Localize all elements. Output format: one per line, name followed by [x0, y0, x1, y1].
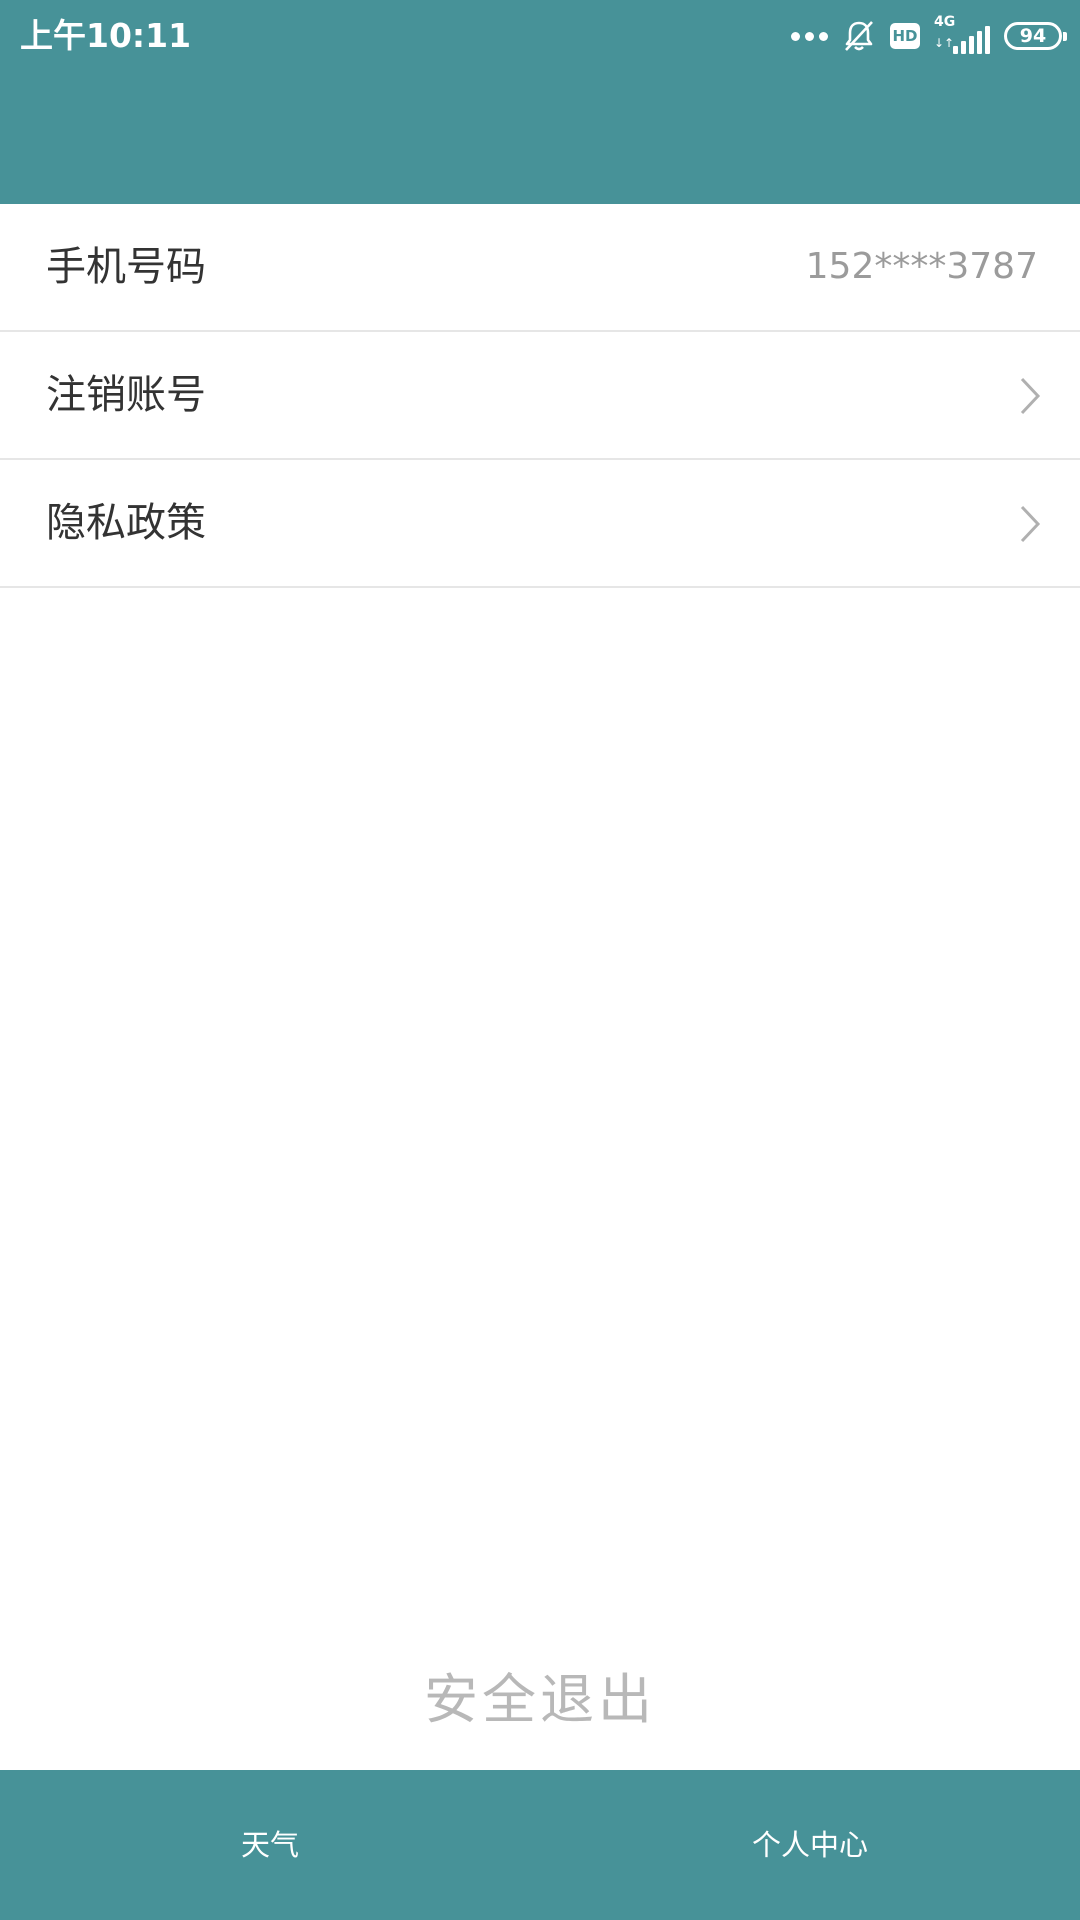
- status-time: 上午10:11: [20, 16, 192, 55]
- hd-icon: HD: [890, 23, 920, 49]
- bottom-nav: 天气 个人中心: [0, 1770, 1080, 1920]
- signal-icon: 4G ↓↑: [934, 14, 990, 56]
- more-dots-icon: [786, 14, 828, 58]
- list-item-cancel-account[interactable]: 注销账号: [0, 332, 1080, 460]
- phone-value: 152****3787: [805, 246, 1038, 287]
- signal-bars: [950, 26, 990, 54]
- privacy-policy-label: 隐私政策: [46, 500, 206, 546]
- battery-level: 94: [1019, 25, 1047, 47]
- nav-item-weather[interactable]: 天气: [0, 1770, 540, 1920]
- logout-button[interactable]: 安全退出: [0, 1660, 1080, 1740]
- status-icons: HD 4G ↓↑ 94: [772, 14, 1067, 58]
- nav-item-profile[interactable]: 个人中心: [540, 1770, 1080, 1920]
- chevron-right-icon: [1020, 377, 1041, 415]
- bell-off-icon: [845, 21, 873, 51]
- chevron-right-icon: [1020, 505, 1041, 543]
- status-bar: 上午10:11 HD 4G ↓↑ 94: [0, 0, 1080, 72]
- battery-icon: 94: [1004, 22, 1067, 50]
- cancel-account-label: 注销账号: [46, 372, 206, 418]
- settings-list: 手机号码 152****3787 注销账号 隐私政策: [0, 204, 1080, 588]
- list-item-privacy-policy[interactable]: 隐私政策: [0, 460, 1080, 588]
- app-header: 上午10:11 HD 4G ↓↑ 94: [0, 0, 1080, 204]
- phone-label: 手机号码: [46, 244, 206, 290]
- list-item-phone: 手机号码 152****3787: [0, 204, 1080, 332]
